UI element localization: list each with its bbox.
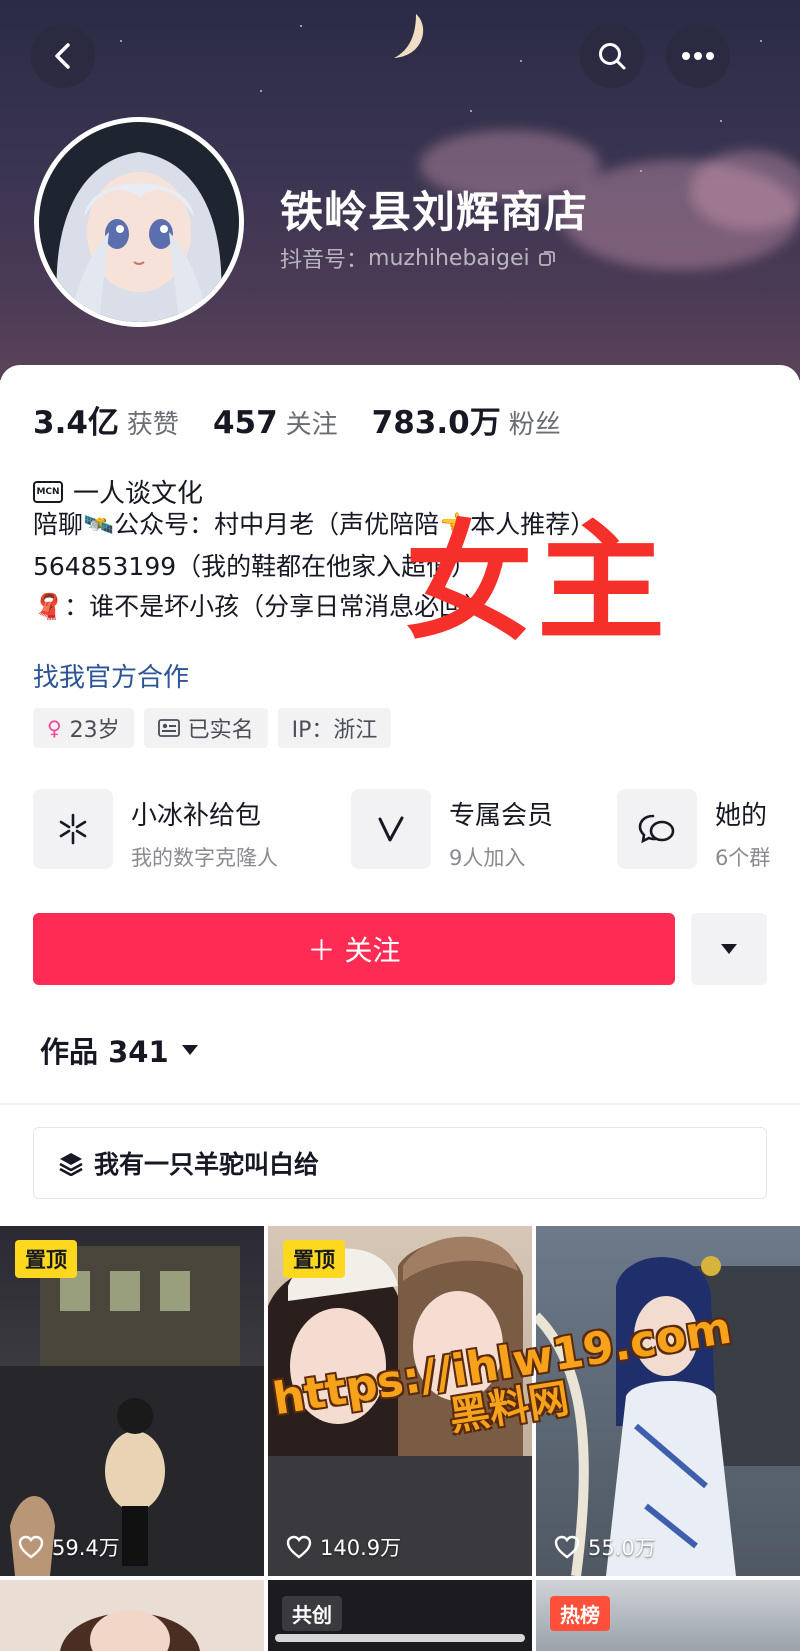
service-fan-group[interactable]: 她的 6个群 — [617, 789, 770, 871]
likes-count: 3.4亿 — [33, 405, 119, 441]
verified-text: 已实名 — [187, 718, 254, 743]
mcn-badge-icon: MCN — [33, 480, 63, 503]
overlay-red-text: 女主 — [405, 509, 670, 658]
like-count-value: 55.0万 — [588, 1536, 656, 1560]
chat-group-icon — [617, 789, 697, 869]
service-title: 专属会员 — [449, 801, 554, 831]
service-title: 小冰补给包 — [131, 801, 262, 831]
verified-tag: 已实名 — [143, 708, 268, 748]
service-xiaobing[interactable]: 小冰补给包 我的数字克隆人 — [33, 789, 278, 871]
search-icon — [599, 43, 626, 70]
pinned-badge: 置顶 — [15, 1240, 77, 1278]
following-label[interactable]: 关注 — [286, 404, 338, 441]
profile-tags: ♀ 23岁 已实名 IP：浙江 — [33, 708, 392, 748]
service-subtitle: 6个群 — [715, 846, 771, 870]
ip-location-tag: IP：浙江 — [277, 708, 392, 748]
heart-icon — [18, 1535, 44, 1559]
works-tab-label: 作品 341 — [40, 1035, 169, 1069]
business-cooperation-link[interactable]: 找我官方合作 — [33, 657, 189, 694]
like-count-value: 59.4万 — [52, 1536, 120, 1560]
divider — [0, 1103, 800, 1105]
collection-item[interactable]: 我有一只羊驼叫白给 — [33, 1127, 767, 1199]
video-tile[interactable] — [0, 1580, 264, 1651]
star — [300, 25, 302, 27]
video-thumbnail — [0, 1246, 264, 1576]
anime-avatar-image — [39, 122, 239, 322]
search-button[interactable] — [580, 24, 644, 88]
like-count-value: 140.9万 — [320, 1536, 402, 1560]
profile-header: 铁岭县刘辉商店 抖音号： muzhihebaigei — [0, 0, 800, 380]
recommend-dropdown-button[interactable] — [691, 913, 767, 985]
star — [260, 90, 262, 92]
trending-badge: 热榜 — [550, 1596, 610, 1631]
copy-icon[interactable] — [538, 249, 556, 267]
star — [120, 40, 122, 42]
v-member-icon — [351, 789, 431, 869]
co-creation-badge: 共创 — [282, 1596, 342, 1631]
ip-text: IP：浙江 — [291, 718, 378, 743]
service-subtitle: 9人加入 — [449, 846, 526, 870]
more-options-button[interactable] — [666, 24, 730, 88]
star — [520, 60, 522, 62]
services-row: 小冰补给包 我的数字克隆人 专属会员 9人加入 她的 6个群 — [33, 789, 800, 871]
service-subtitle: 我的数字克隆人 — [131, 846, 278, 870]
age-tag: ♀ 23岁 — [33, 708, 134, 748]
followers-count[interactable]: 783.0万 — [372, 397, 501, 442]
age-text: 23岁 — [69, 718, 120, 743]
chevron-left-icon — [55, 43, 70, 69]
service-membership[interactable]: 专属会员 9人加入 — [351, 789, 553, 871]
moon-icon — [394, 14, 424, 58]
likes-label: 获赞 — [126, 410, 179, 440]
collection-title: 我有一只羊驼叫白给 — [94, 1150, 320, 1179]
douyin-id[interactable]: 抖音号： muzhihebaigei — [280, 242, 556, 274]
star — [470, 110, 472, 112]
id-card-icon — [157, 719, 180, 737]
follow-button[interactable]: ＋ 关注 — [33, 913, 675, 985]
like-count: 59.4万 — [18, 1532, 120, 1562]
star — [760, 40, 762, 42]
like-count: 55.0万 — [554, 1532, 656, 1562]
star — [720, 120, 722, 122]
video-tile[interactable]: 置顶 59.4万 — [0, 1226, 264, 1576]
tab-works[interactable]: 作品 341 — [40, 1029, 199, 1071]
video-thumbnail — [60, 1610, 200, 1651]
douyin-id-label: 抖音号： — [280, 248, 369, 273]
cloud — [690, 150, 800, 230]
follow-label: ＋ 关注 — [307, 934, 401, 967]
xiaobing-icon — [33, 789, 113, 869]
following-count[interactable]: 457 — [213, 405, 278, 441]
heart-icon — [286, 1535, 312, 1559]
ellipsis-icon — [682, 52, 714, 60]
avatar[interactable] — [34, 117, 244, 327]
video-tile[interactable]: 热榜 — [536, 1580, 800, 1651]
pinned-badge: 置顶 — [283, 1240, 345, 1278]
douyin-id-value: muzhihebaigei — [368, 245, 530, 271]
female-icon: ♀ — [47, 716, 62, 740]
scroll-indicator — [275, 1634, 525, 1642]
heart-icon — [554, 1535, 580, 1559]
like-count: 140.9万 — [286, 1532, 401, 1562]
layers-icon — [59, 1153, 83, 1176]
caret-down-icon — [181, 1045, 198, 1055]
caret-down-icon — [721, 944, 737, 954]
back-button[interactable] — [31, 24, 95, 88]
stats-row: 3.4亿 获赞 457 关注 783.0万 粉丝 — [33, 397, 595, 442]
followers-label[interactable]: 粉丝 — [509, 404, 561, 441]
service-title: 她的 — [715, 801, 768, 831]
profile-name: 铁岭县刘辉商店 — [280, 188, 588, 238]
